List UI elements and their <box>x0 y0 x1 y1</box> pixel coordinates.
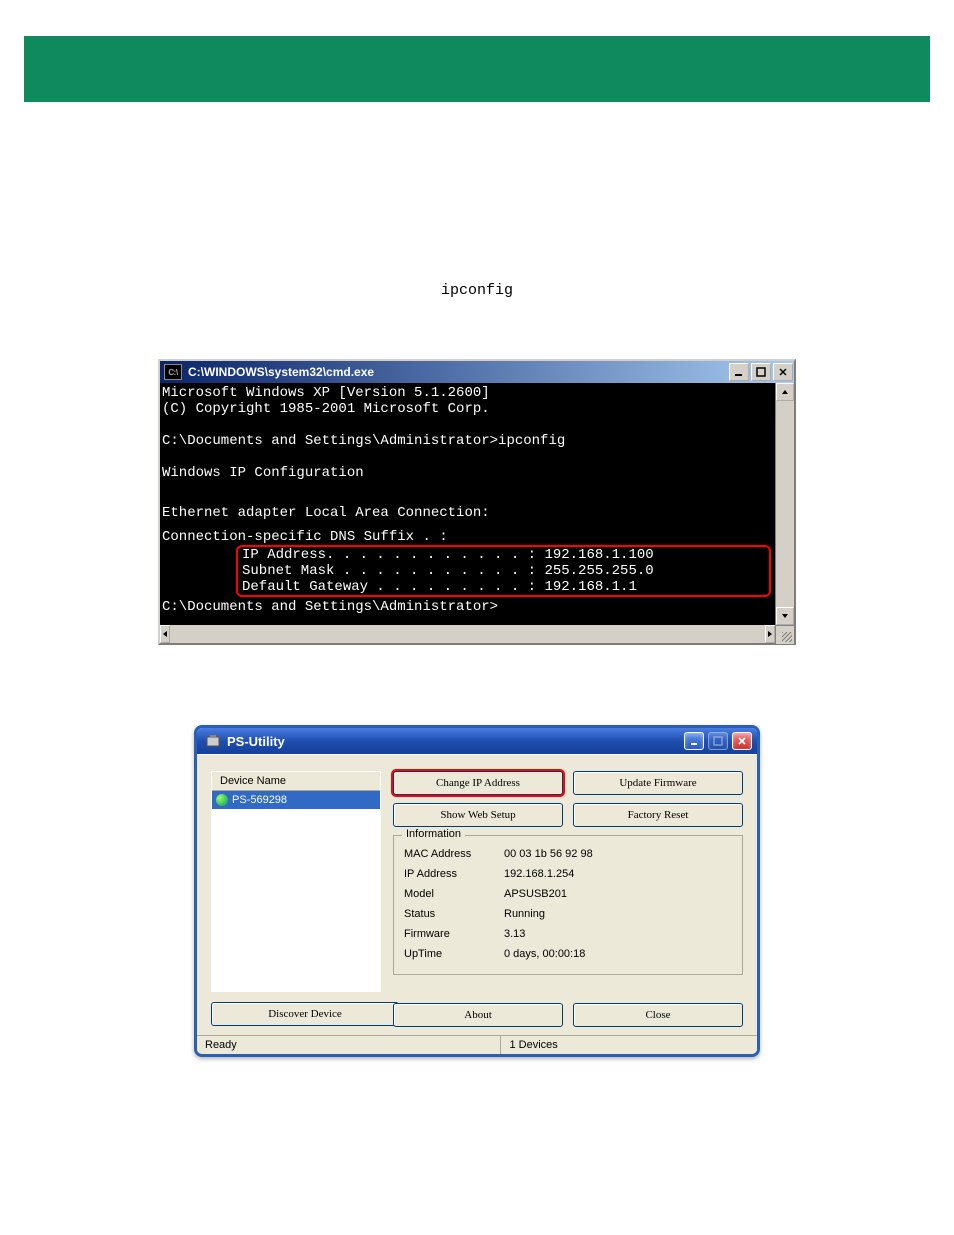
highlighted-ip-box: IP Address. . . . . . . . . . . . : 192.… <box>236 545 771 597</box>
info-value: 3.13 <box>504 924 525 944</box>
cmd-line: Ethernet adapter Local Area Connection: <box>162 505 775 521</box>
cmd-line: Windows IP Configuration <box>162 465 775 481</box>
info-label: UpTime <box>404 944 504 964</box>
info-value: 00 03 1b 56 92 98 <box>504 844 593 864</box>
show-web-setup-button[interactable]: Show Web Setup <box>393 803 563 827</box>
scroll-up-button[interactable] <box>776 383 794 401</box>
horizontal-scrollbar[interactable] <box>160 625 794 643</box>
device-name-label: PS-569298 <box>232 794 287 806</box>
status-bar: Ready 1 Devices <box>197 1035 757 1054</box>
information-group-label: Information <box>402 828 465 840</box>
info-label: MAC Address <box>404 844 504 864</box>
device-list-panel: Device Name PS-569298 <box>211 771 381 992</box>
scroll-right-button[interactable] <box>765 625 775 643</box>
close-app-button[interactable]: Close <box>573 1003 743 1027</box>
info-label: Model <box>404 884 504 904</box>
scroll-left-button[interactable] <box>160 625 170 643</box>
cmd-line: C:\Documents and Settings\Administrator>… <box>162 433 775 449</box>
status-device-count: 1 Devices <box>501 1036 757 1054</box>
close-button[interactable] <box>773 363 793 381</box>
info-value: Running <box>504 904 545 924</box>
cmd-titlebar[interactable]: C:\ C:\WINDOWS\system32\cmd.exe <box>160 361 794 383</box>
cmd-line: Connection-specific DNS Suffix . : <box>162 529 775 545</box>
device-status-icon <box>216 794 228 806</box>
status-ready: Ready <box>197 1036 501 1054</box>
ps-titlebar[interactable]: PS-Utility <box>197 728 757 754</box>
update-firmware-button[interactable]: Update Firmware <box>573 771 743 795</box>
ipconfig-heading: ipconfig <box>0 282 954 299</box>
info-value: APSUSB201 <box>504 884 567 904</box>
cmd-line: IP Address. . . . . . . . . . . . : 192.… <box>242 547 765 563</box>
device-list-header[interactable]: Device Name <box>212 772 380 791</box>
change-ip-address-button[interactable]: Change IP Address <box>393 771 563 795</box>
info-value: 192.168.1.254 <box>504 864 574 884</box>
info-label: IP Address <box>404 864 504 884</box>
factory-reset-button[interactable]: Factory Reset <box>573 803 743 827</box>
information-groupbox: Information MAC Address00 03 1b 56 92 98… <box>393 835 743 975</box>
vertical-scrollbar[interactable] <box>775 383 794 625</box>
cmd-line: (C) Copyright 1985-2001 Microsoft Corp. <box>162 401 775 417</box>
scroll-track[interactable] <box>170 625 765 643</box>
info-label: Status <box>404 904 504 924</box>
cmd-line: Microsoft Windows XP [Version 5.1.2600] <box>162 385 775 401</box>
scroll-track[interactable] <box>776 401 794 607</box>
cmd-line: Subnet Mask . . . . . . . . . . . : 255.… <box>242 563 765 579</box>
cmd-line: C:\Documents and Settings\Administrator> <box>162 599 775 615</box>
cmd-output[interactable]: Microsoft Windows XP [Version 5.1.2600] … <box>160 383 775 625</box>
ps-window-title: PS-Utility <box>227 734 285 749</box>
maximize-button <box>708 732 728 750</box>
cmd-window: C:\ C:\WINDOWS\system32\cmd.exe Microsof… <box>158 359 796 645</box>
close-button[interactable] <box>732 732 752 750</box>
scroll-down-button[interactable] <box>776 607 794 625</box>
maximize-button[interactable] <box>751 363 771 381</box>
ps-utility-window: PS-Utility Device Name PS-569298 <box>194 725 760 1057</box>
info-label: Firmware <box>404 924 504 944</box>
cmd-system-icon: C:\ <box>164 364 182 380</box>
green-header-bar <box>24 36 930 102</box>
cmd-line: Default Gateway . . . . . . . . . : 192.… <box>242 579 765 595</box>
info-value: 0 days, 00:00:18 <box>504 944 585 964</box>
minimize-button[interactable] <box>729 363 749 381</box>
about-button[interactable]: About <box>393 1003 563 1027</box>
cmd-window-title: C:\WINDOWS\system32\cmd.exe <box>188 365 374 379</box>
discover-device-button[interactable]: Discover Device <box>211 1002 399 1026</box>
resize-grip[interactable] <box>775 625 794 644</box>
ps-app-icon <box>205 733 221 749</box>
device-list-item[interactable]: PS-569298 <box>212 791 380 809</box>
device-list[interactable]: PS-569298 <box>212 791 380 991</box>
minimize-button[interactable] <box>684 732 704 750</box>
